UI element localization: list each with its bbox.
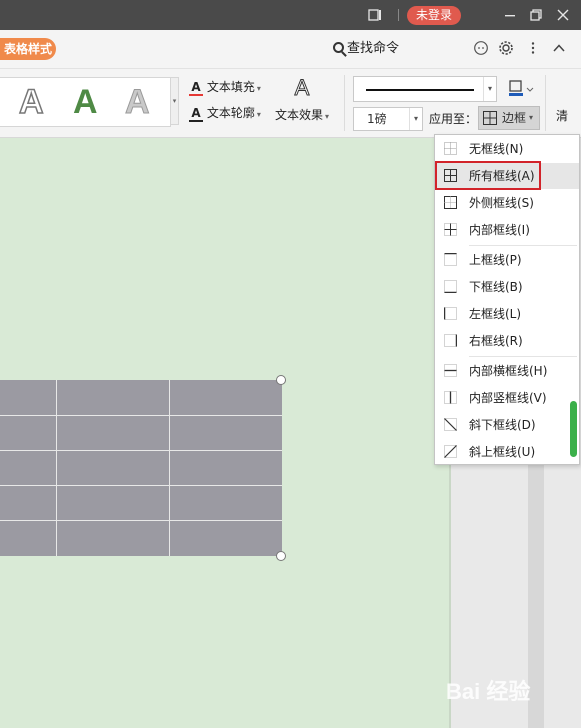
menu-item-label: 斜下框线(D) [469, 418, 536, 432]
menu-item-diagonal-up[interactable]: 斜上框线(U) [435, 439, 579, 465]
no-border-icon [444, 142, 457, 155]
title-bar: 未登录 [0, 0, 581, 30]
all-borders-icon [483, 111, 497, 125]
menu-item-label: 无框线(N) [469, 142, 524, 156]
menu-item-label: 左框线(L) [469, 307, 522, 321]
style-outline-a[interactable]: A [18, 82, 44, 122]
line-style-select[interactable]: ▾ [353, 76, 497, 102]
table-row-line [0, 485, 282, 486]
more-icon[interactable] [525, 40, 541, 56]
menu-item-bottom-border[interactable]: 下框线(B) [435, 274, 579, 300]
minimize-icon[interactable] [502, 7, 518, 23]
menu-item-label: 斜上框线(U) [469, 445, 536, 459]
table-row-line [0, 520, 282, 521]
reading-mode-icon[interactable] [367, 7, 383, 23]
table-row-line [0, 415, 282, 416]
left-border-icon [444, 307, 457, 320]
menu-item-inside-vertical[interactable]: 内部竖框线(V) [435, 385, 579, 411]
text-fill-icon: A [189, 81, 203, 96]
text-outline-label: 文本轮廓 [206, 106, 255, 120]
text-effect-button[interactable]: 文本效果 ▾ [275, 106, 329, 124]
resize-handle-bottom-right[interactable] [276, 551, 286, 561]
apply-to-label: 应用至： [429, 112, 478, 126]
search-icon [333, 42, 344, 53]
tab-row: 表格样式 查找命令 [0, 30, 581, 69]
outside-borders-icon [444, 196, 457, 209]
feedback-icon[interactable] [473, 40, 489, 56]
resize-handle-top-right[interactable] [276, 375, 286, 385]
border-button[interactable]: 边框 ▾ [478, 106, 540, 130]
line-color-button[interactable] [506, 78, 534, 100]
chevron-down-icon: ▾ [409, 108, 422, 130]
line-weight-select[interactable]: 1磅 ▾ [353, 107, 423, 131]
text-style-gallery[interactable]: A A A [0, 77, 171, 127]
line-style-preview [366, 89, 474, 91]
inside-horizontal-border-icon [444, 364, 457, 377]
ribbon: A A A ▾ A 文本填充 ▾ A 文本轮廓 ▾ A 文本效果 ▾ ▾ 1磅 ▾ 应… [0, 69, 581, 138]
login-button[interactable]: 未登录 [407, 6, 461, 25]
ribbon-separator [545, 75, 546, 131]
selection-highlight-box [435, 161, 541, 190]
menu-item-diagonal-down[interactable]: 斜下框线(D) [435, 412, 579, 438]
watermark: Bai 经验 [446, 679, 531, 704]
ribbon-separator [344, 75, 345, 131]
text-fill-button[interactable]: A 文本填充 ▾ [189, 78, 261, 96]
gallery-more-button[interactable]: ▾ [170, 77, 179, 125]
chevron-down-icon: ▾ [529, 113, 534, 122]
menu-item-no-border[interactable]: 无框线(N) [435, 136, 579, 162]
close-icon[interactable] [555, 7, 571, 23]
menu-separator [469, 245, 577, 246]
style-gray-a[interactable]: A [125, 82, 151, 122]
inside-borders-icon [444, 223, 457, 236]
menu-item-label: 下框线(B) [469, 280, 523, 294]
inside-vertical-border-icon [444, 391, 457, 404]
chevron-down-icon: ▾ [483, 77, 496, 101]
clear-button[interactable]: 清 [556, 107, 568, 125]
command-search[interactable]: 查找命令 [333, 40, 399, 58]
table-row-line [0, 450, 282, 451]
pen-color-icon [509, 80, 534, 96]
table-column-line [56, 380, 57, 556]
bottom-border-icon [444, 280, 457, 293]
diagonal-up-border-icon [444, 445, 457, 458]
menu-item-outside-borders[interactable]: 外侧框线(S) [435, 190, 579, 216]
text-effect-label: 文本效果 [275, 108, 324, 122]
menu-item-label: 外侧框线(S) [469, 196, 534, 210]
menu-item-top-border[interactable]: 上框线(P) [435, 247, 579, 273]
menu-item-label: 右框线(R) [469, 334, 523, 348]
divider-icon [391, 7, 407, 23]
text-effect-icon: A [294, 75, 310, 100]
menu-item-label: 内部框线(I) [469, 223, 530, 237]
top-border-icon [444, 253, 457, 266]
menu-item-inside-borders[interactable]: 内部框线(I) [435, 217, 579, 243]
menu-item-label: 上框线(P) [469, 253, 522, 267]
style-green-a[interactable]: A [73, 82, 98, 122]
border-label: 边框 [502, 111, 527, 125]
menu-item-inside-horizontal[interactable]: 内部横框线(H) [435, 358, 579, 384]
text-outline-button[interactable]: A 文本轮廓 ▾ [189, 104, 261, 122]
table-object[interactable] [0, 380, 282, 556]
menu-scroll-thumb[interactable] [570, 401, 577, 457]
settings-icon[interactable] [498, 40, 514, 56]
menu-separator [469, 356, 577, 357]
menu-item-label: 内部竖框线(V) [469, 391, 547, 405]
text-fill-label: 文本填充 [206, 80, 255, 94]
restore-icon[interactable] [528, 7, 544, 23]
diagonal-down-border-icon [444, 418, 457, 431]
tab-table-style[interactable]: 表格样式 [0, 38, 56, 60]
right-border-icon [444, 334, 457, 347]
menu-item-left-border[interactable]: 左框线(L) [435, 301, 579, 327]
menu-item-right-border[interactable]: 右框线(R) [435, 328, 579, 354]
collapse-ribbon-icon[interactable] [551, 40, 567, 56]
search-label: 查找命令 [347, 41, 400, 56]
line-weight-value: 1磅 [367, 112, 387, 126]
menu-item-label: 内部横框线(H) [469, 364, 548, 378]
text-outline-icon: A [189, 107, 203, 122]
table-column-line [169, 380, 170, 556]
